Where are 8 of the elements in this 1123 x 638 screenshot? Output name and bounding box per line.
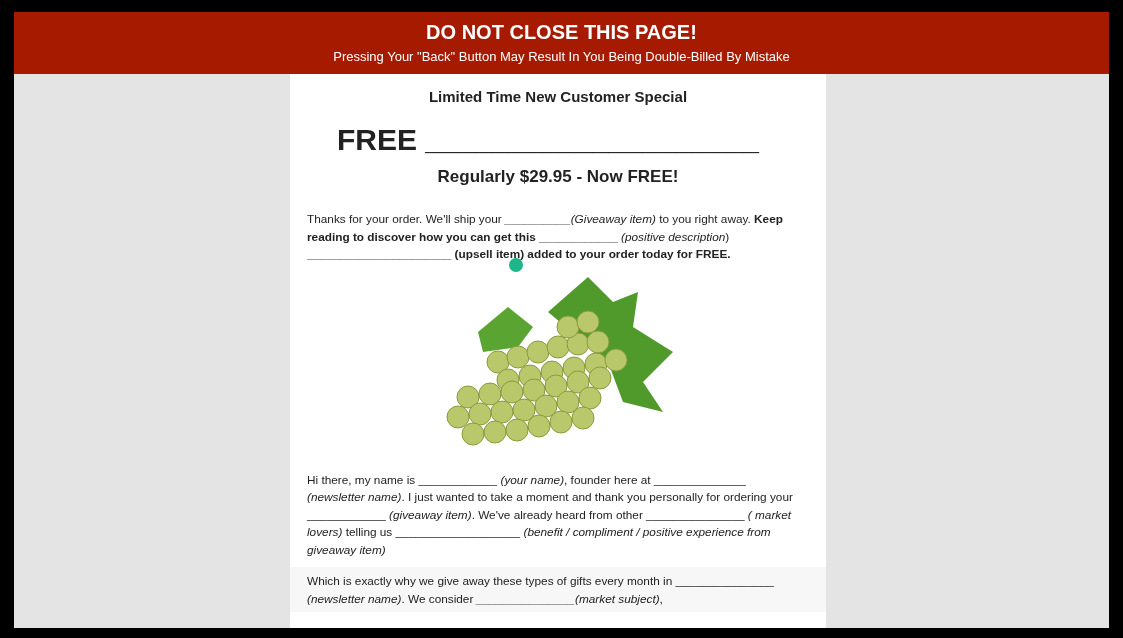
offer-kicker: Limited Time New Customer Special (427, 88, 689, 105)
banner-title: DO NOT CLOSE THIS PAGE! (425, 20, 698, 44)
price-text: Regularly $29.95 - Now FREE! (436, 167, 680, 187)
banner-subtitle: Pressing Your "Back" Button May Result In You Being Double-Billed By Mistake (332, 48, 791, 66)
offer-headline: FREE ____________________ (335, 123, 761, 157)
paragraph: Thanks for your order. We'll ship your __________(Giveaway item) to you right away. Keep reading to discover how you can get this ____________ (positive description) ______________________ (upsell item) added to your order today for FREE. (306, 211, 784, 263)
paragraph: Hi there, my name is ____________ (your name), founder here at ______________ (newsletter name). I just wanted to take a moment and thank you personally for ordering your ____________ (giveaway item). We've already heard from other _______________ ( market lovers) telling us ___________________ (benefit / compliment / positive experience from giveaway item) (306, 471, 794, 559)
paragraph: Which is exactly why we give away these types of gifts every month in _______________ (newsletter name). We consider _______________(market subject), (306, 573, 775, 608)
